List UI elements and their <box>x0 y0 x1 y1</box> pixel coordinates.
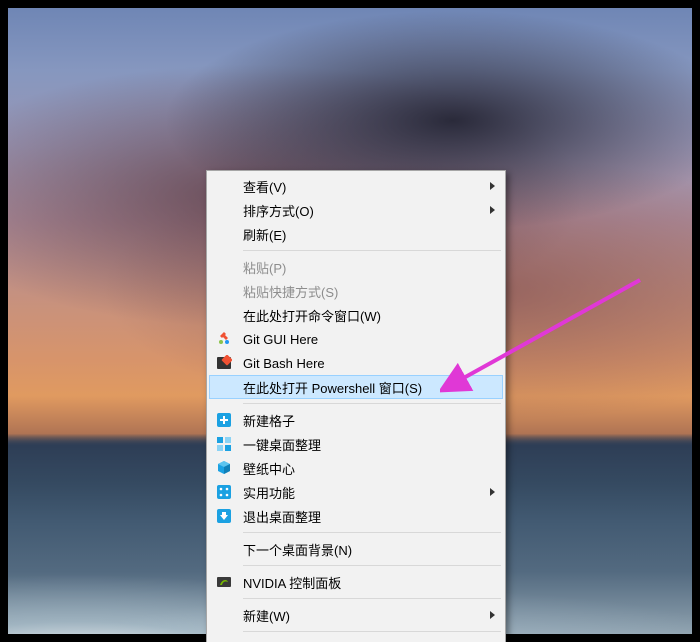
menu-item[interactable]: 显示设置(D) <box>209 636 503 642</box>
menu-item-label: 退出桌面整理 <box>243 507 485 526</box>
grid-icon <box>213 433 235 455</box>
menu-item: 粘贴快捷方式(S) <box>209 279 503 303</box>
menu-item[interactable]: 在此处打开 Powershell 窗口(S) <box>209 375 503 399</box>
apps-icon <box>213 481 235 503</box>
menu-icon-empty <box>213 199 235 221</box>
menu-item-label: 在此处打开 Powershell 窗口(S) <box>243 378 485 397</box>
menu-item[interactable]: 在此处打开命令窗口(W) <box>209 303 503 327</box>
display-icon <box>213 637 235 642</box>
menu-icon-empty <box>213 223 235 245</box>
menu-item-label: Git GUI Here <box>243 332 485 347</box>
exit-icon <box>213 505 235 527</box>
menu-item[interactable]: 一键桌面整理 <box>209 432 503 456</box>
menu-item[interactable]: NVIDIA 控制面板 <box>209 570 503 594</box>
menu-item[interactable]: 壁纸中心 <box>209 456 503 480</box>
menu-item[interactable]: 新建格子 <box>209 408 503 432</box>
menu-separator <box>243 532 501 533</box>
menu-separator <box>243 598 501 599</box>
cube-icon <box>213 457 235 479</box>
menu-separator <box>243 631 501 632</box>
menu-item-label: 壁纸中心 <box>243 459 485 478</box>
menu-item-label: 一键桌面整理 <box>243 435 485 454</box>
menu-item-label: 刷新(E) <box>243 225 485 244</box>
menu-item-label: 在此处打开命令窗口(W) <box>243 306 485 325</box>
menu-item-label: 粘贴快捷方式(S) <box>243 282 485 301</box>
plus-icon <box>213 409 235 431</box>
menu-separator <box>243 250 501 251</box>
git-bash-icon <box>213 352 235 374</box>
menu-item-label: NVIDIA 控制面板 <box>243 573 485 592</box>
menu-item-label: 显示设置(D) <box>243 639 485 642</box>
menu-item[interactable]: 退出桌面整理 <box>209 504 503 528</box>
menu-item[interactable]: Git GUI Here <box>209 327 503 351</box>
menu-item[interactable]: 新建(W) <box>209 603 503 627</box>
menu-item-label: Git Bash Here <box>243 356 485 371</box>
menu-icon-empty <box>213 256 235 278</box>
desktop[interactable]: 查看(V) 排序方式(O) 刷新(E) 粘贴(P) 粘贴快捷方式(S) 在此处打开命令窗口… <box>0 0 700 642</box>
menu-item[interactable]: 排序方式(O) <box>209 198 503 222</box>
menu-separator <box>243 403 501 404</box>
menu-icon-empty <box>213 604 235 626</box>
menu-item[interactable]: 刷新(E) <box>209 222 503 246</box>
menu-item-label: 粘贴(P) <box>243 258 485 277</box>
nvidia-icon <box>213 571 235 593</box>
menu-item-label: 新建格子 <box>243 411 485 430</box>
menu-item: 粘贴(P) <box>209 255 503 279</box>
menu-icon-empty <box>213 280 235 302</box>
menu-separator <box>243 565 501 566</box>
menu-item-label: 新建(W) <box>243 606 485 625</box>
menu-item-label: 实用功能 <box>243 483 485 502</box>
menu-item[interactable]: 实用功能 <box>209 480 503 504</box>
menu-icon-empty <box>213 538 235 560</box>
git-gui-icon <box>213 328 235 350</box>
context-menu: 查看(V) 排序方式(O) 刷新(E) 粘贴(P) 粘贴快捷方式(S) 在此处打开命令窗口… <box>206 170 506 642</box>
menu-icon-empty <box>213 175 235 197</box>
menu-item-label: 下一个桌面背景(N) <box>243 540 485 559</box>
menu-item[interactable]: 查看(V) <box>209 174 503 198</box>
submenu-chevron-icon <box>485 205 497 215</box>
menu-item-label: 排序方式(O) <box>243 201 485 220</box>
submenu-chevron-icon <box>485 610 497 620</box>
menu-item[interactable]: Git Bash Here <box>209 351 503 375</box>
menu-item[interactable]: 下一个桌面背景(N) <box>209 537 503 561</box>
menu-icon-empty <box>213 304 235 326</box>
menu-icon-empty <box>213 376 235 398</box>
submenu-chevron-icon <box>485 487 497 497</box>
submenu-chevron-icon <box>485 181 497 191</box>
menu-item-label: 查看(V) <box>243 177 485 196</box>
